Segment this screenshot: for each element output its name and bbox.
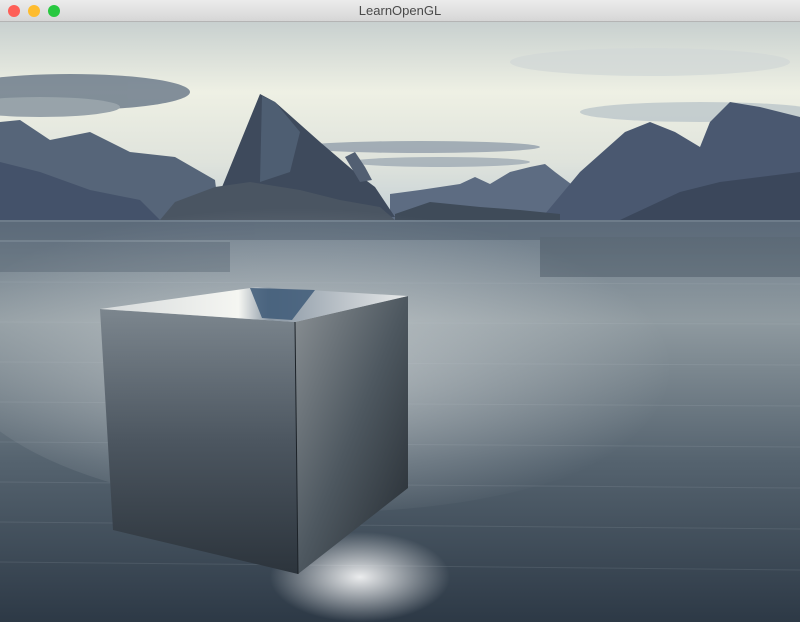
- scene-canvas: [0, 22, 800, 622]
- app-window: LearnOpenGL: [0, 0, 800, 622]
- title-bar[interactable]: LearnOpenGL: [0, 0, 800, 22]
- opengl-viewport[interactable]: [0, 22, 800, 622]
- window-title: LearnOpenGL: [358, 3, 442, 18]
